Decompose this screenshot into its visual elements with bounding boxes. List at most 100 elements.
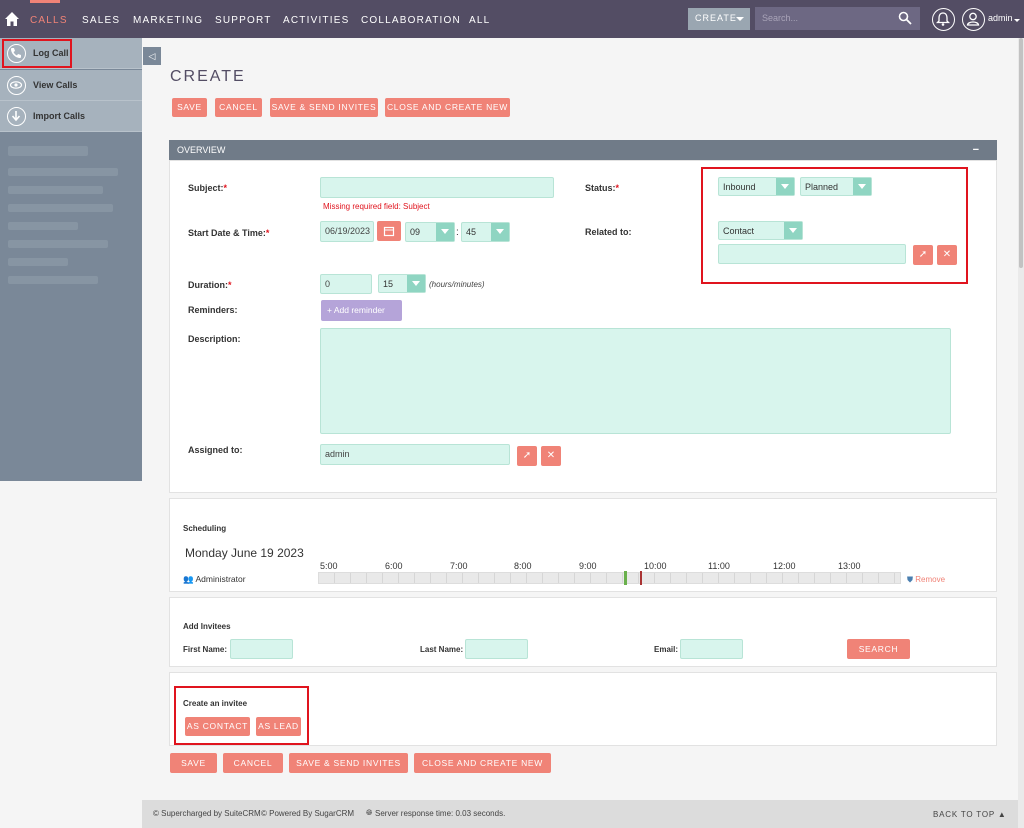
footer-sugarcrm-link[interactable]: © Powered By SugarCRM <box>261 809 354 818</box>
scrollbar-thumb[interactable] <box>1019 38 1023 268</box>
create-menu-button[interactable]: CREATE <box>688 8 750 30</box>
search-invitees-button[interactable]: SEARCH <box>847 639 910 659</box>
sidebar-collapse-icon[interactable]: ◁ <box>143 47 161 65</box>
server-response-time: Server response time: 0.03 seconds. <box>375 809 506 818</box>
end-time-marker <box>640 571 642 585</box>
select-arrow-icon[interactable]: ➚ <box>517 446 537 466</box>
sidebar-item-view-calls[interactable]: View Calls <box>0 70 142 101</box>
highlight-create-invitee <box>174 686 309 745</box>
recent-item-placeholder <box>8 258 68 266</box>
email-input[interactable] <box>680 639 743 659</box>
save-button[interactable]: SAVE <box>172 98 207 117</box>
user-avatar-icon[interactable] <box>962 8 985 31</box>
recent-item-placeholder <box>8 168 118 176</box>
active-tab-indicator <box>30 0 60 3</box>
duration-hours-input[interactable]: 0 <box>320 274 372 294</box>
clear-icon[interactable]: ✕ <box>541 446 561 466</box>
remove-attendee-link[interactable]: ⛊ Remove <box>907 575 945 585</box>
schedule-grid[interactable] <box>318 572 901 584</box>
eye-icon <box>7 76 26 95</box>
highlight-log-call <box>2 39 72 68</box>
assigned-to-input[interactable]: admin <box>320 444 510 465</box>
nav-collaboration[interactable]: COLLABORATION <box>361 15 461 26</box>
nav-calls[interactable]: CALLS <box>30 15 68 26</box>
chevron-down-icon <box>436 223 454 241</box>
recent-item-placeholder <box>8 222 78 230</box>
save-send-invites-button[interactable]: SAVE & SEND INVITES <box>270 98 378 117</box>
close-create-new-button-bottom[interactable]: CLOSE AND CREATE NEW <box>414 753 551 773</box>
description-label: Description: <box>188 334 241 344</box>
footer-suitecrm-link[interactable]: © Supercharged by SuiteCRM <box>153 809 261 818</box>
add-reminder-button[interactable]: + Add reminder <box>321 300 402 321</box>
scheduling-date: Monday June 19 2023 <box>185 546 304 560</box>
remove-attendee-label: Remove <box>915 575 946 584</box>
top-navbar: CALLS SALES MARKETING SUPPORT ACTIVITIES… <box>0 0 1024 38</box>
recent-item-placeholder <box>8 146 88 156</box>
first-name-input[interactable] <box>230 639 293 659</box>
hour-label: 11:00 <box>708 561 730 571</box>
page-scrollbar[interactable] <box>1018 38 1024 828</box>
close-create-new-button[interactable]: CLOSE AND CREATE NEW <box>385 98 510 117</box>
start-date-input[interactable]: 06/19/2023 <box>320 221 374 242</box>
overview-title: OVERVIEW <box>177 145 226 155</box>
home-icon[interactable] <box>4 11 20 27</box>
plus-icon: + <box>327 305 334 315</box>
chevron-down-icon <box>736 17 744 21</box>
nav-activities[interactable]: ACTIVITIES <box>283 15 349 26</box>
hour-label: 6:00 <box>385 561 403 571</box>
save-button-bottom[interactable]: SAVE <box>170 753 217 773</box>
attendee-row: 👥 Administrator <box>183 574 246 585</box>
attendee-name: Administrator <box>195 574 246 584</box>
last-name-input[interactable] <box>465 639 528 659</box>
hour-label: 7:00 <box>450 561 468 571</box>
sidebar: Log Call View Calls Import Calls <box>0 38 142 481</box>
start-hour-select[interactable]: 09 <box>405 222 455 242</box>
create-menu-label: CREATE <box>695 13 737 23</box>
start-time-marker <box>624 571 627 585</box>
hour-label: 12:00 <box>773 561 796 571</box>
overview-panel-header[interactable]: OVERVIEW − <box>169 140 997 160</box>
add-invitees-title: Add Invitees <box>183 622 231 631</box>
cancel-button-bottom[interactable]: CANCEL <box>223 753 283 773</box>
global-search-input[interactable]: Search... <box>755 7 920 30</box>
back-to-top-link[interactable]: BACK TO TOP ▲ <box>933 810 1007 819</box>
hour-label: 8:00 <box>514 561 532 571</box>
caret-up-icon: ▲ <box>997 810 1007 819</box>
recent-item-placeholder <box>8 186 103 194</box>
sidebar-item-label: View Calls <box>33 80 78 90</box>
description-textarea[interactable] <box>320 328 951 434</box>
start-datetime-label: Start Date & Time:* <box>188 228 270 238</box>
start-minute-select[interactable]: 45 <box>461 222 510 242</box>
user-menu-caret-icon[interactable] <box>1014 19 1020 22</box>
notifications-bell-icon[interactable] <box>932 8 955 31</box>
sidebar-item-import-calls[interactable]: Import Calls <box>0 101 142 132</box>
scheduling-title: Scheduling <box>183 524 227 533</box>
subject-input[interactable] <box>320 177 554 198</box>
hour-label: 9:00 <box>579 561 597 571</box>
nav-support[interactable]: SUPPORT <box>215 15 272 26</box>
users-icon: 👥 <box>183 574 194 584</box>
collapse-minus-icon[interactable]: − <box>973 144 979 156</box>
save-send-invites-button-bottom[interactable]: SAVE & SEND INVITES <box>289 753 408 773</box>
first-name-label: First Name: <box>183 645 228 654</box>
duration-minutes-select[interactable]: 15 <box>378 274 426 293</box>
nav-all[interactable]: ALL <box>469 15 490 26</box>
nav-marketing[interactable]: MARKETING <box>133 15 203 26</box>
nav-sales[interactable]: SALES <box>82 15 120 26</box>
footer: © Supercharged by SuiteCRM © Powered By … <box>142 800 1018 828</box>
import-icon <box>7 107 26 126</box>
subject-error: Missing required field: Subject <box>323 202 430 211</box>
calendar-icon[interactable] <box>377 221 401 241</box>
user-name[interactable]: admin <box>988 13 1013 23</box>
hour-label: 13:00 <box>838 561 861 571</box>
recent-item-placeholder <box>8 276 98 284</box>
search-icon[interactable] <box>898 11 912 25</box>
subject-label: Subject:* <box>188 183 228 193</box>
last-name-label: Last Name: <box>420 645 464 654</box>
time-separator: : <box>456 227 459 238</box>
duration-label: Duration:* <box>188 280 232 290</box>
assigned-to-label: Assigned to: <box>188 445 243 455</box>
related-to-label: Related to: <box>585 227 632 237</box>
add-reminder-label: Add reminder <box>333 305 385 315</box>
cancel-button[interactable]: CANCEL <box>215 98 262 117</box>
